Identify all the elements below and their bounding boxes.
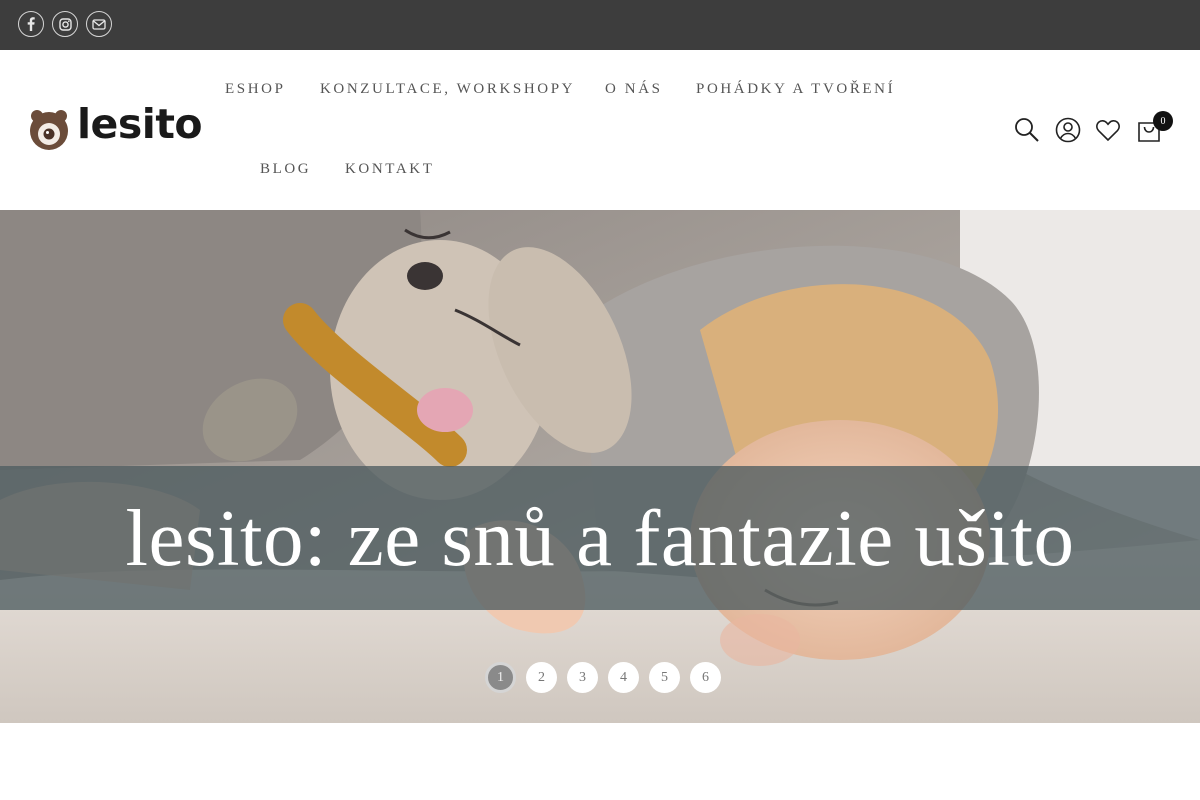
nav-kontakt[interactable]: KONTAKT [345,160,435,178]
heart-icon[interactable] [1094,116,1122,144]
slider-dot-3[interactable]: 3 [567,662,598,693]
nav-eshop[interactable]: ESHOP [225,80,286,98]
nav-blog[interactable]: BLOG [260,160,311,178]
hero-slider[interactable]: lesito: ze snů a fantazie ušito 1 2 3 4 … [0,210,1200,723]
user-icon[interactable] [1054,116,1082,144]
slider-dot-5[interactable]: 5 [649,662,680,693]
search-icon[interactable] [1013,116,1041,144]
email-icon[interactable] [86,11,112,37]
nav-konzultace-workshopy[interactable]: KONZULTACE, WORKSHOPY [320,80,575,98]
slider-dot-4[interactable]: 4 [608,662,639,693]
nav-pohadky-a-tvoreni[interactable]: POHÁDKY A TVOŘENÍ [696,80,895,98]
slider-dot-1[interactable]: 1 [485,662,516,693]
top-bar [0,0,1200,50]
facebook-icon[interactable] [18,11,44,37]
logo-text: lesito [77,100,203,148]
site-logo[interactable]: lesito [28,100,203,154]
hero-caption-band: lesito: ze snů a fantazie ušito [0,466,1200,610]
cart-count-badge: 0 [1153,111,1173,131]
slider-dot-2[interactable]: 2 [526,662,557,693]
slider-dot-6[interactable]: 6 [690,662,721,693]
hero-caption: lesito: ze snů a fantazie ušito [125,492,1075,583]
nav-o-nas[interactable]: O NÁS [605,80,663,98]
instagram-icon[interactable] [52,11,78,37]
